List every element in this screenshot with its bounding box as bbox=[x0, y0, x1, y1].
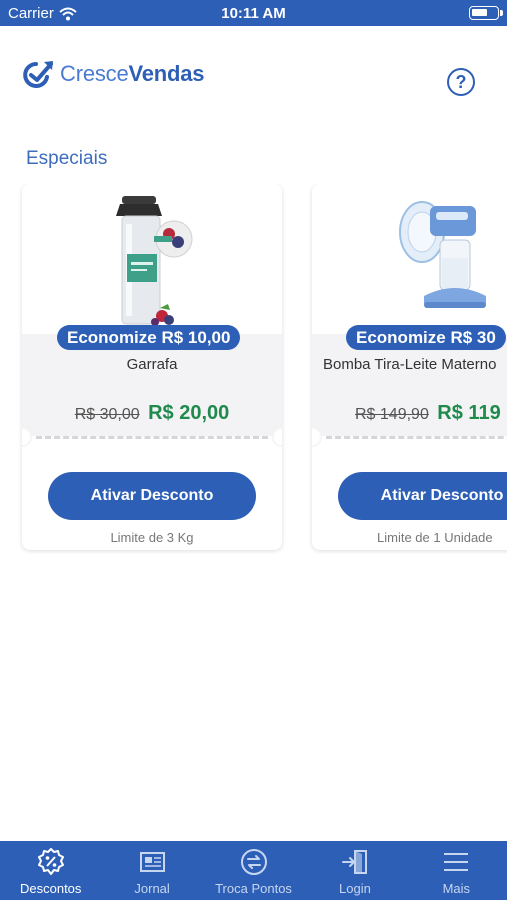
brand-name: CresceVendas bbox=[60, 61, 205, 87]
ticket-notch-right bbox=[272, 427, 282, 447]
old-price: R$ 30,00 bbox=[74, 406, 140, 423]
water-bottle-image bbox=[116, 196, 193, 326]
tab-mais[interactable]: Mais bbox=[406, 841, 507, 900]
app-screen: Carrier 10:11 AM CresceVendas ? Especiai… bbox=[0, 0, 507, 900]
brand-name-light: Cresce bbox=[60, 61, 129, 86]
login-icon bbox=[341, 850, 367, 874]
product-carousel[interactable]: Economize R$ 10,00 Garrafa R$ 30,00 R$ 2… bbox=[0, 184, 507, 554]
activate-discount-button[interactable]: Ativar Desconto bbox=[338, 472, 507, 520]
tab-label: Login bbox=[339, 881, 371, 896]
new-price: R$ 20,00 bbox=[148, 402, 230, 424]
menu-icon bbox=[444, 853, 469, 871]
purchase-limit: Limite de 1 Unidade bbox=[377, 530, 493, 545]
product-image-area bbox=[22, 184, 282, 334]
price-row: R$ 30,00 R$ 20,00 bbox=[22, 402, 282, 425]
tab-label: Troca Pontos bbox=[215, 881, 292, 896]
tab-troca-pontos[interactable]: Troca Pontos bbox=[203, 841, 304, 900]
savings-badge: Economize R$ 10,00 bbox=[57, 325, 241, 350]
savings-badge: Economize R$ 30 bbox=[346, 325, 506, 350]
discount-icon bbox=[37, 848, 64, 875]
help-icon: ? bbox=[455, 71, 467, 92]
tab-jornal[interactable]: Jornal bbox=[101, 841, 202, 900]
price-row: R$ 149,90 R$ 119 bbox=[355, 402, 507, 425]
product-card[interactable]: Economize R$ 30 Bomba Tira-Leite Materno… bbox=[312, 184, 507, 550]
tab-label: Mais bbox=[442, 881, 471, 896]
old-price: R$ 149,90 bbox=[355, 406, 429, 423]
help-button[interactable]: ? bbox=[447, 68, 475, 96]
new-price: R$ 119 bbox=[437, 402, 501, 424]
tab-login[interactable]: Login bbox=[304, 841, 405, 900]
purchase-limit: Limite de 3 Kg bbox=[110, 530, 194, 545]
tab-label: Descontos bbox=[19, 881, 82, 896]
tab-descontos[interactable]: Descontos bbox=[0, 841, 101, 900]
activate-discount-button[interactable]: Ativar Desconto bbox=[48, 472, 256, 520]
product-name: Garrafa bbox=[126, 356, 178, 373]
logo-mark-icon bbox=[23, 61, 53, 88]
product-name: Bomba Tira-Leite Materno bbox=[323, 356, 497, 373]
bottom-tab-bar: Descontos Jornal Troca Pontos Login Mais bbox=[0, 841, 507, 900]
status-bar: Carrier 10:11 AM bbox=[0, 0, 507, 26]
product-card[interactable]: Economize R$ 10,00 Garrafa R$ 30,00 R$ 2… bbox=[22, 184, 282, 550]
ticket-divider bbox=[326, 436, 507, 439]
status-time: 10:11 AM bbox=[221, 5, 286, 22]
section-title: Especiais bbox=[26, 148, 108, 169]
ticket-divider bbox=[36, 436, 268, 439]
tab-label: Jornal bbox=[134, 881, 170, 896]
battery-icon bbox=[469, 6, 503, 20]
breast-pump-image bbox=[399, 201, 486, 308]
product-image-area bbox=[312, 184, 507, 334]
app-header: CresceVendas ? bbox=[0, 26, 507, 126]
exchange-icon bbox=[240, 849, 267, 875]
app-logo[interactable]: CresceVendas bbox=[22, 58, 205, 90]
brand-name-bold: Vendas bbox=[128, 61, 205, 86]
newspaper-icon bbox=[140, 852, 166, 872]
